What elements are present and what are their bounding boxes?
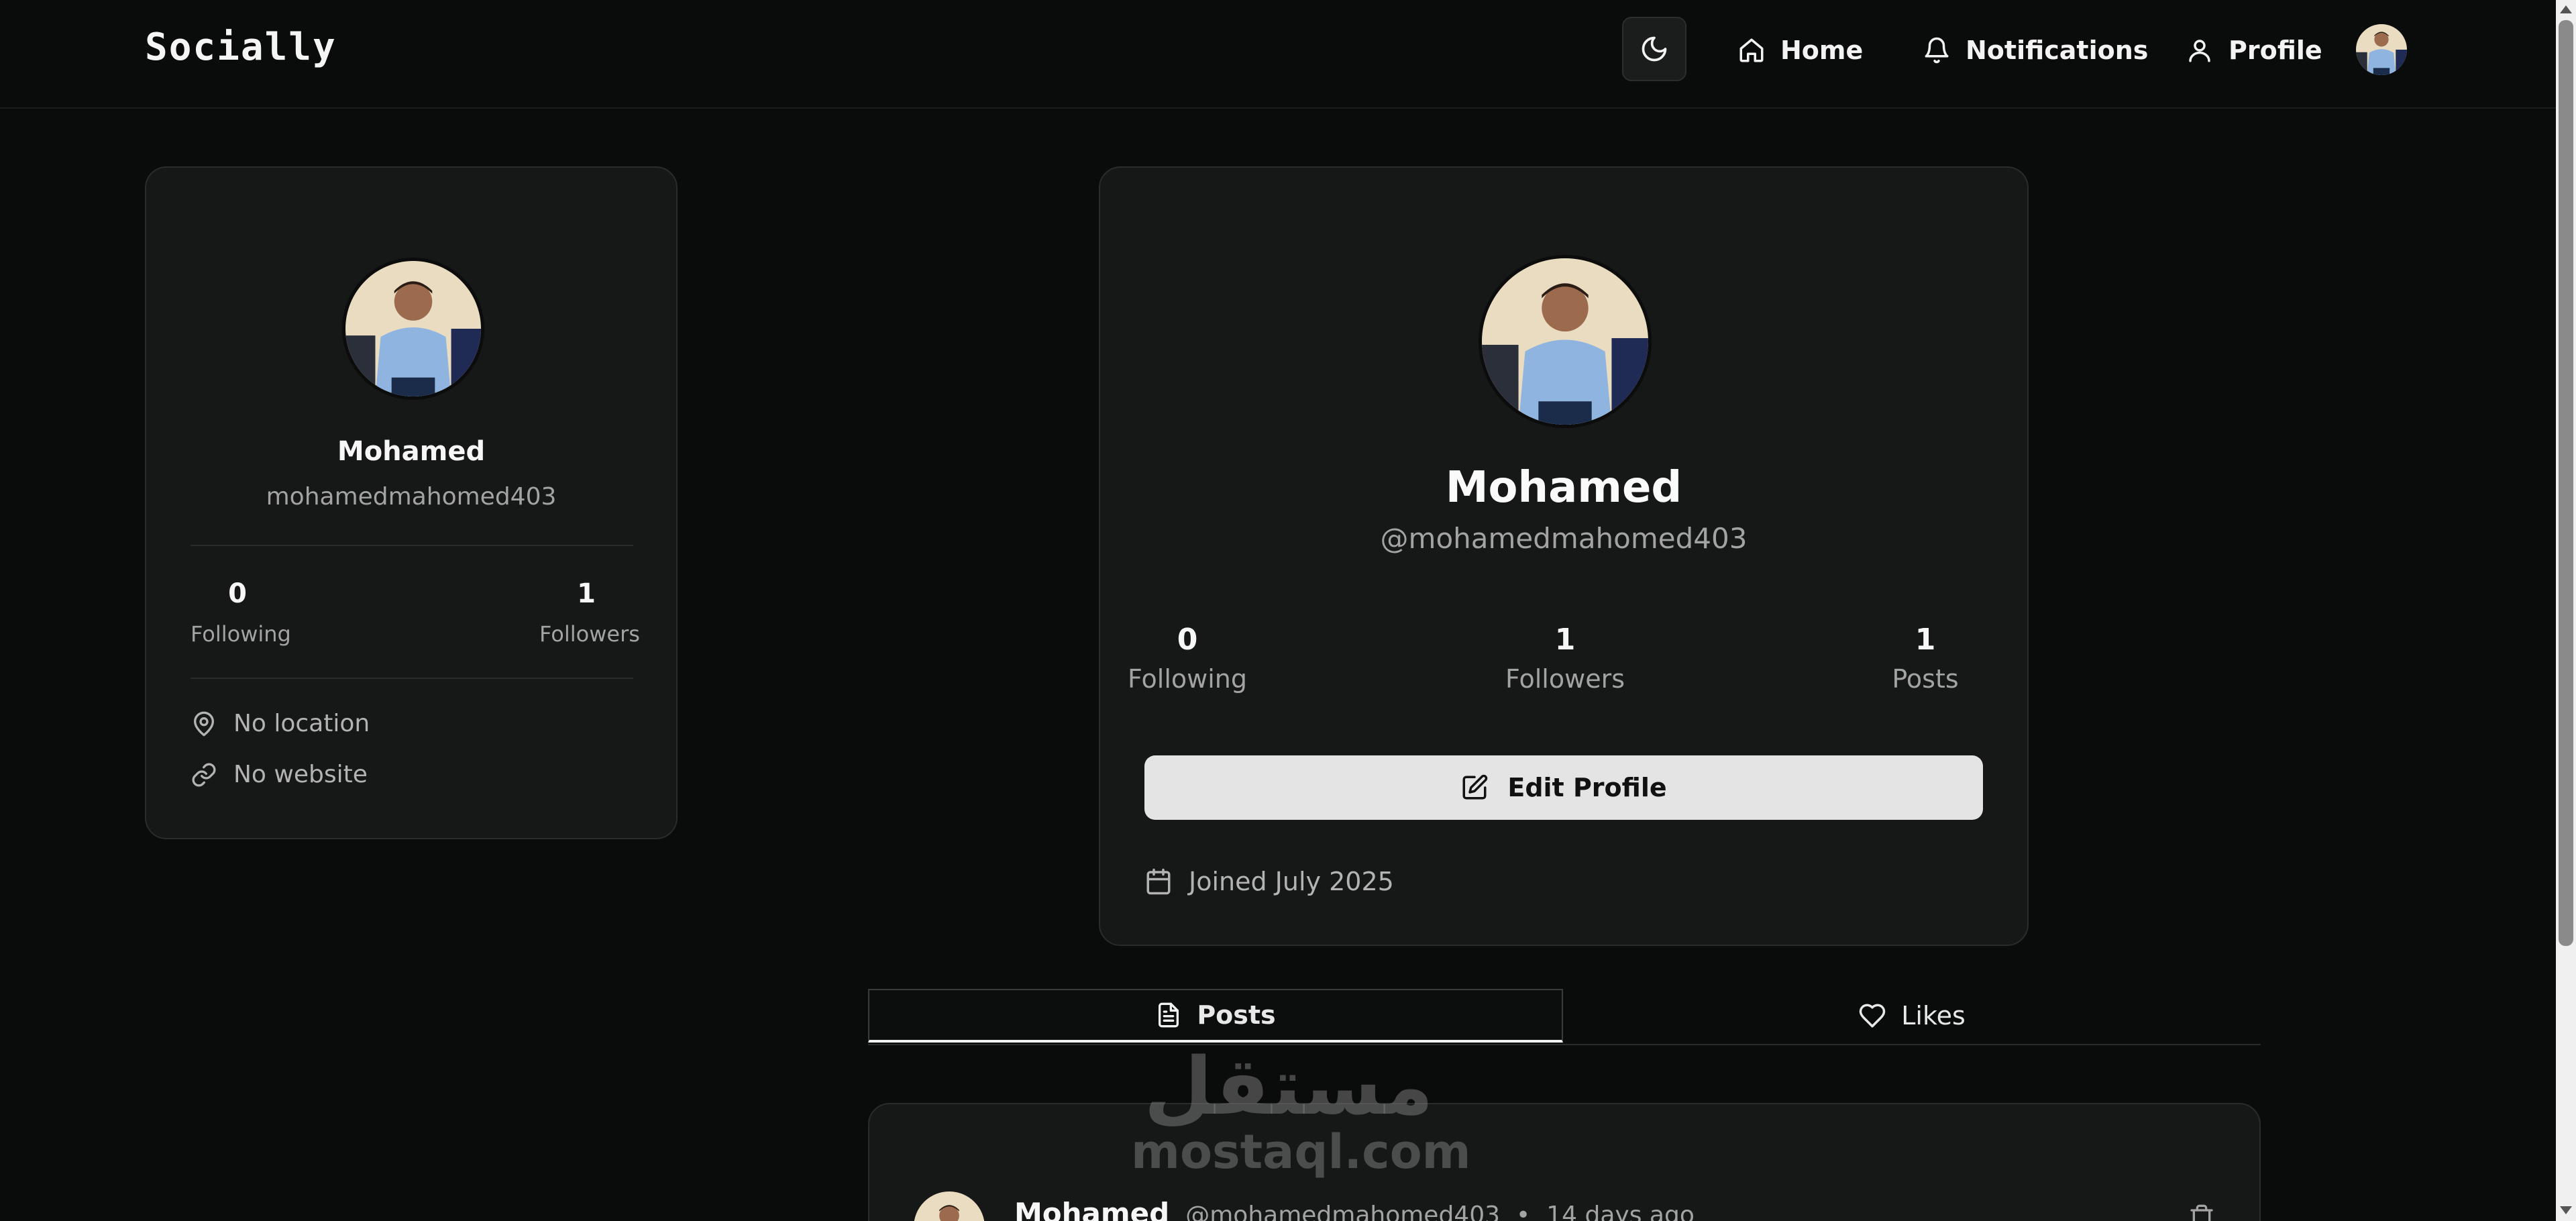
post-author-handle: @mohamedmahomed403	[1185, 1202, 1501, 1221]
profile-posts-label: Posts	[1892, 664, 1959, 694]
tab-posts[interactable]: Posts	[868, 989, 1563, 1043]
top-navbar: Socially Home Notifications Profile	[0, 0, 2556, 109]
sidebar-followers-label: Followers	[539, 621, 640, 647]
edit-icon	[1462, 774, 1488, 800]
user-icon	[2189, 40, 2210, 62]
profile-followers-label: Followers	[1505, 664, 1625, 694]
bell-icon	[1925, 37, 1949, 64]
map-pin-icon	[194, 711, 214, 736]
delete-post-button[interactable]	[2188, 1204, 2215, 1221]
edit-profile-label: Edit Profile	[1507, 773, 1667, 802]
joined-date: Joined July 2025	[1189, 867, 1394, 896]
nav-user-avatar[interactable]	[2356, 24, 2407, 75]
nav-profile-link[interactable]: Profile	[2186, 27, 2322, 74]
post-card: Mohamed @mohamedmahomed403 • 14 days ago	[868, 1103, 2261, 1221]
moon-icon	[1642, 36, 1667, 62]
theme-toggle-button[interactable]	[1622, 17, 1686, 81]
profile-followers-count: 1	[1554, 623, 1576, 657]
post-author-name[interactable]: Mohamed	[1014, 1197, 1169, 1221]
sidebar-location-row: No location	[191, 710, 370, 737]
divider	[191, 678, 633, 679]
edit-profile-button[interactable]: Edit Profile	[1144, 755, 1983, 820]
profile-avatar[interactable]	[1479, 255, 1652, 428]
nav-profile-label: Profile	[2229, 36, 2322, 65]
scrollbar-thumb[interactable]	[2559, 20, 2573, 946]
brand-logo[interactable]: Socially	[145, 25, 337, 69]
nav-notifications-label: Notifications	[1966, 36, 2149, 65]
profile-following-count: 0	[1177, 623, 1198, 657]
tab-likes-label: Likes	[1901, 1001, 1966, 1030]
tab-posts-label: Posts	[1197, 1000, 1276, 1030]
scroll-up-arrow-icon[interactable]	[2560, 5, 2572, 13]
divider	[191, 545, 633, 546]
sidebar-profile-card: Mohamed mohamedmahomed403 0 Following 1 …	[145, 166, 678, 839]
sidebar-followers-count: 1	[577, 578, 596, 609]
sidebar-website-row: No website	[191, 761, 368, 788]
profile-posts-count: 1	[1915, 623, 1936, 657]
sidebar-following-label: Following	[191, 621, 291, 647]
home-icon	[1739, 38, 1764, 62]
post-meta: Mohamed @mohamedmahomed403 • 14 days ago	[1014, 1197, 1695, 1221]
nav-notifications-link[interactable]: Notifications	[1923, 27, 2148, 74]
post-author-avatar[interactable]	[914, 1191, 985, 1221]
sidebar-following-count: 0	[228, 578, 247, 609]
calendar-icon	[1146, 868, 1171, 895]
joined-row: Joined July 2025	[1144, 867, 1394, 896]
post-timestamp: 14 days ago	[1546, 1202, 1695, 1221]
heart-icon	[1859, 1004, 1886, 1028]
tab-likes[interactable]: Likes	[1563, 989, 2261, 1043]
scroll-down-arrow-icon[interactable]	[2560, 1206, 2572, 1214]
sidebar-username: mohamedmahomed403	[266, 483, 557, 511]
link-icon	[192, 763, 216, 786]
sidebar-name[interactable]: Mohamed	[146, 436, 676, 467]
trash-icon	[2190, 1204, 2213, 1221]
post-separator: •	[1516, 1202, 1531, 1221]
profile-handle: @mohamedmahomed403	[1380, 522, 1748, 555]
sidebar-avatar[interactable]	[342, 258, 484, 400]
nav-home-label: Home	[1780, 36, 1864, 65]
profile-name: Mohamed	[1445, 463, 1682, 513]
profile-tabs: Posts Likes	[868, 989, 2261, 1045]
profile-card: Mohamed @mohamedmahomed403 0 Following 1…	[1099, 166, 2029, 946]
profile-following-label: Following	[1128, 664, 1247, 694]
sidebar-website: No website	[233, 761, 368, 788]
nav-home-link[interactable]: Home	[1737, 27, 1863, 74]
sidebar-location: No location	[233, 710, 370, 737]
file-text-icon	[1159, 1002, 1179, 1028]
